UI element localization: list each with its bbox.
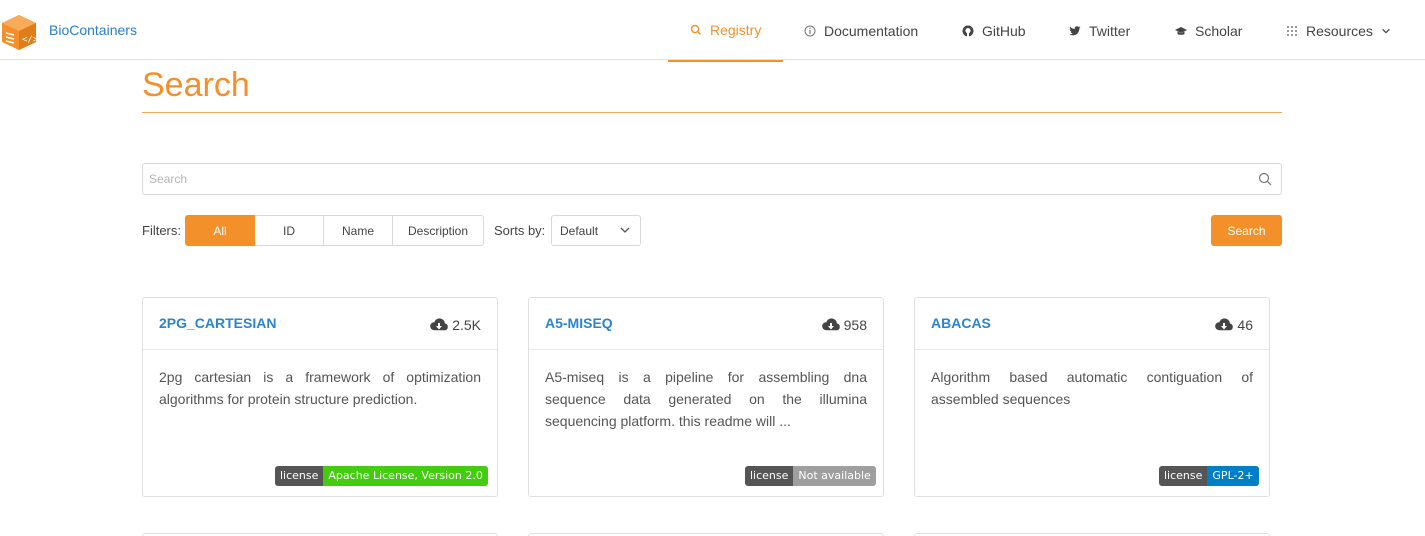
sort-select-value: Default	[560, 224, 599, 238]
nav-github[interactable]: GitHub	[962, 0, 1026, 62]
card-description: 2pg cartesian is a framework of optimiza…	[159, 369, 481, 407]
nav-registry-label: Registry	[710, 22, 762, 38]
filter-description-button[interactable]: Description	[393, 215, 484, 246]
download-count: 46	[1214, 317, 1253, 333]
sorts-label: Sorts by:	[494, 223, 546, 238]
card-description: A5-miseq is a pipeline for assembling dn…	[545, 369, 867, 429]
container-card: 2PG_CARTESIAN 2.5K 2pg cartesian is a fr…	[142, 297, 498, 497]
search-button[interactable]: Search	[1211, 215, 1282, 246]
license-badge-value: Not available	[793, 466, 876, 486]
sort-select[interactable]: Default	[551, 215, 641, 246]
download-count: 958	[821, 317, 867, 333]
card-title-link[interactable]: 2PG_CARTESIAN	[159, 315, 276, 331]
cloud-download-icon	[821, 318, 840, 331]
nav-twitter-label: Twitter	[1089, 23, 1131, 39]
search-field[interactable]	[142, 163, 1282, 195]
top-navbar: </> BioContainers Registry Documentation…	[0, 0, 1425, 62]
filter-name-button[interactable]: Name	[324, 215, 393, 246]
nav-scholar-label: Scholar	[1195, 23, 1243, 39]
license-badge: license GPL-2+	[1159, 466, 1259, 486]
download-count-value: 958	[843, 317, 867, 333]
card-header: 2PG_CARTESIAN 2.5K	[143, 298, 497, 350]
license-badge-label: license	[1159, 466, 1208, 486]
page-title: Search	[142, 66, 250, 104]
container-card: ABACAS 46 Algorithm based automatic cont…	[914, 297, 1270, 497]
chevron-down-icon	[620, 227, 630, 233]
search-icon[interactable]	[1258, 172, 1272, 186]
svg-text:</>: </>	[22, 35, 38, 45]
cloud-download-icon	[430, 318, 449, 331]
info-icon	[804, 25, 816, 37]
nav-scholar[interactable]: Scholar	[1175, 0, 1242, 62]
github-icon	[962, 25, 974, 37]
download-count: 2.5K	[429, 317, 481, 333]
nav-documentation[interactable]: Documentation	[804, 0, 918, 62]
cloud-download-icon	[1215, 318, 1234, 331]
license-badge-value: Apache License, Version 2.0	[323, 466, 488, 486]
biocontainers-logo-icon[interactable]: </>	[0, 13, 38, 51]
nav-registry[interactable]: Registry	[668, 0, 783, 62]
filter-all-button[interactable]: All	[185, 215, 255, 246]
filter-button-group: All ID Name Description	[185, 215, 484, 246]
chevron-down-icon	[1382, 28, 1390, 34]
license-badge-value: GPL-2+	[1207, 466, 1259, 486]
nav-twitter[interactable]: Twitter	[1069, 0, 1130, 62]
title-divider	[142, 112, 1282, 113]
nav-resources[interactable]: Resources	[1286, 0, 1391, 62]
container-card: A5-MISEQ 958 A5-miseq is a pipeline for …	[528, 297, 884, 497]
card-title-link[interactable]: ABACAS	[931, 315, 991, 331]
filters-label: Filters:	[142, 223, 181, 238]
download-count-value: 46	[1237, 317, 1253, 333]
twitter-icon	[1069, 26, 1081, 36]
nav-resources-label: Resources	[1306, 23, 1373, 39]
filter-id-button[interactable]: ID	[255, 215, 324, 246]
license-badge-label: license	[745, 466, 794, 486]
license-badge-label: license	[275, 466, 324, 486]
search-input[interactable]	[143, 164, 1243, 194]
card-description: Algorithm based automatic contiguation o…	[931, 369, 1253, 407]
license-badge: license Not available	[745, 466, 876, 486]
card-header: ABACAS 46	[915, 298, 1269, 350]
grid-icon	[1287, 26, 1297, 36]
search-icon	[690, 24, 701, 35]
download-count-value: 2.5K	[452, 317, 481, 333]
card-title-link[interactable]: A5-MISEQ	[545, 315, 613, 331]
card-header: A5-MISEQ 958	[529, 298, 883, 350]
brand-name[interactable]: BioContainers	[49, 22, 137, 38]
nav-documentation-label: Documentation	[824, 23, 919, 39]
license-badge: license Apache License, Version 2.0	[275, 466, 488, 486]
graduation-cap-icon	[1175, 27, 1187, 35]
nav-github-label: GitHub	[982, 23, 1026, 39]
